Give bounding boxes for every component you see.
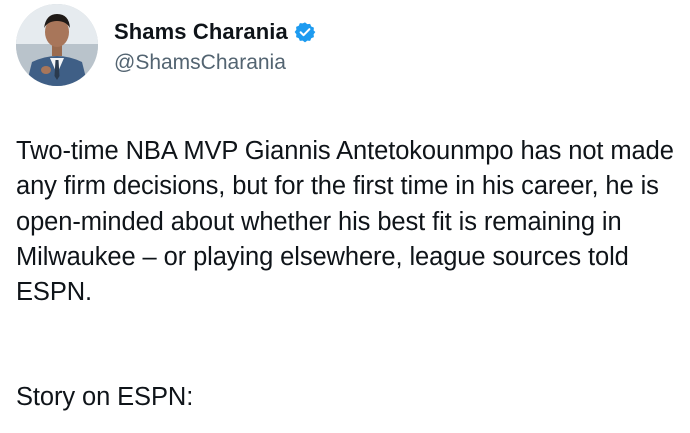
- avatar-photo-icon: [16, 4, 98, 86]
- tweet-header: Shams Charania @ShamsCharania: [16, 4, 316, 86]
- name-row: Shams Charania: [114, 15, 316, 49]
- story-line: Story on ESPN:: [16, 383, 194, 411]
- tweet-text-paragraph: Two-time NBA MVP Giannis Antetokounmpo h…: [16, 137, 674, 307]
- tweet-card: Shams Charania @ShamsCharania Two-time N…: [0, 0, 690, 433]
- author-names: Shams Charania @ShamsCharania: [114, 15, 316, 75]
- tweet-text: Two-time NBA MVP Giannis Antetokounmpo h…: [16, 134, 684, 310]
- display-name[interactable]: Shams Charania: [114, 19, 288, 45]
- avatar[interactable]: [16, 4, 98, 86]
- verified-badge-icon: [294, 21, 316, 43]
- author-handle[interactable]: @ShamsCharania: [114, 51, 316, 75]
